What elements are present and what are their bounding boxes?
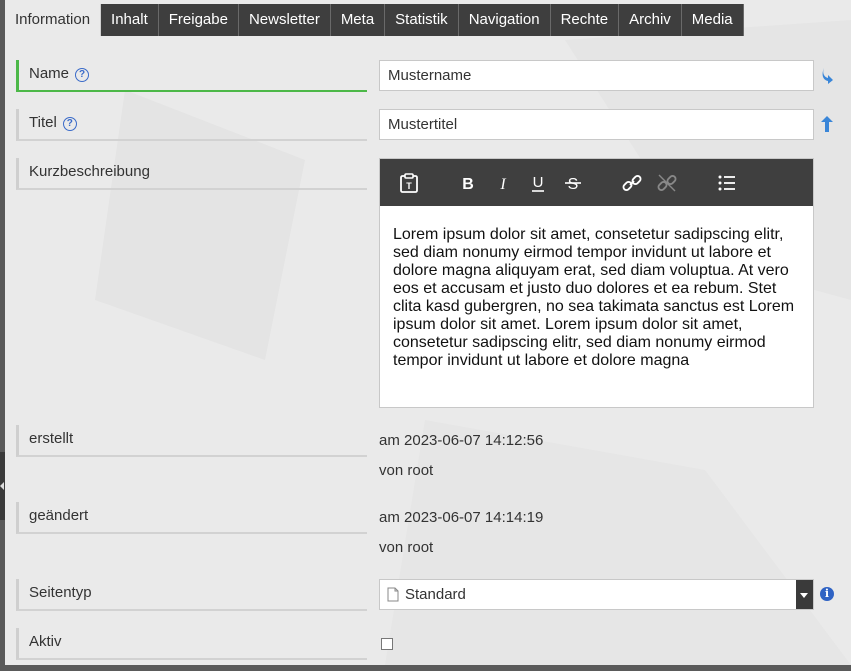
editor-content[interactable]: Lorem ipsum dolor sit amet, consetetur s…: [380, 206, 813, 370]
rich-text-editor[interactable]: T B I U S Lorem ipsum dolor sit amet, co…: [379, 158, 814, 408]
help-icon[interactable]: ?: [75, 68, 90, 82]
tab-media[interactable]: Media: [681, 4, 744, 36]
move-up-arrow-icon[interactable]: [820, 115, 834, 133]
chevron-down-icon[interactable]: [796, 580, 813, 609]
tab-bar: Information Inhalt Freigabe Newsletter M…: [5, 4, 744, 36]
aktiv-checkbox[interactable]: [381, 638, 393, 650]
tab-navigation[interactable]: Navigation: [458, 4, 551, 36]
tab-statistik[interactable]: Statistik: [385, 4, 459, 36]
seitentyp-label-text: Seitentyp: [29, 584, 92, 601]
seitentyp-select[interactable]: Standard: [379, 579, 814, 610]
titel-label: Titel?: [16, 109, 367, 141]
seitentyp-label: Seitentyp: [16, 579, 367, 611]
tab-archiv[interactable]: Archiv: [619, 4, 682, 36]
svg-text:S: S: [568, 176, 579, 193]
kurzbeschreibung-label: Kurzbeschreibung: [16, 158, 367, 190]
aktiv-label: Aktiv: [16, 628, 367, 660]
kurzbeschreibung-label-text: Kurzbeschreibung: [29, 163, 150, 180]
name-input[interactable]: Mustername: [379, 60, 814, 91]
tab-inhalt[interactable]: Inhalt: [101, 4, 159, 36]
geaendert-date: am 2023-06-07 14:14:19: [379, 509, 544, 526]
strikethrough-icon[interactable]: S: [562, 172, 584, 194]
unlink-icon[interactable]: [656, 172, 678, 194]
titel-input[interactable]: Mustertitel: [379, 109, 814, 140]
help-icon[interactable]: ?: [62, 117, 77, 131]
underline-icon[interactable]: U: [527, 172, 549, 194]
info-icon[interactable]: i: [820, 587, 834, 601]
tab-meta[interactable]: Meta: [330, 4, 386, 36]
italic-icon[interactable]: I: [492, 172, 514, 194]
paste-icon[interactable]: T: [398, 172, 420, 194]
tab-rechte[interactable]: Rechte: [550, 4, 620, 36]
link-icon[interactable]: [621, 172, 643, 194]
page-properties-panel: Information Inhalt Freigabe Newsletter M…: [5, 0, 851, 665]
seitentyp-value: Standard: [405, 586, 466, 603]
erstellt-date: am 2023-06-07 14:12:56: [379, 432, 544, 449]
move-down-arrow-icon[interactable]: [820, 67, 834, 85]
tab-freigabe[interactable]: Freigabe: [158, 4, 239, 36]
bullet-list-icon[interactable]: [716, 172, 738, 194]
erstellt-label: erstellt: [16, 425, 367, 457]
name-label-text: Name: [29, 65, 70, 82]
svg-text:T: T: [406, 181, 412, 191]
erstellt-label-text: erstellt: [29, 430, 74, 447]
editor-toolbar: T B I U S: [380, 159, 813, 206]
svg-text:U: U: [533, 174, 544, 191]
geaendert-label: geändert: [16, 502, 367, 534]
tab-newsletter[interactable]: Newsletter: [238, 4, 331, 36]
name-label: Name?: [16, 60, 367, 92]
erstellt-author: von root: [379, 462, 434, 479]
page-icon: [387, 587, 399, 602]
geaendert-author: von root: [379, 539, 434, 556]
bold-icon[interactable]: B: [457, 172, 479, 194]
aktiv-label-text: Aktiv: [29, 633, 62, 650]
titel-label-text: Titel: [29, 114, 57, 131]
tab-information[interactable]: Information: [5, 4, 102, 36]
svg-text:B: B: [462, 176, 474, 193]
geaendert-label-text: geändert: [29, 507, 89, 524]
svg-text:I: I: [499, 176, 506, 193]
